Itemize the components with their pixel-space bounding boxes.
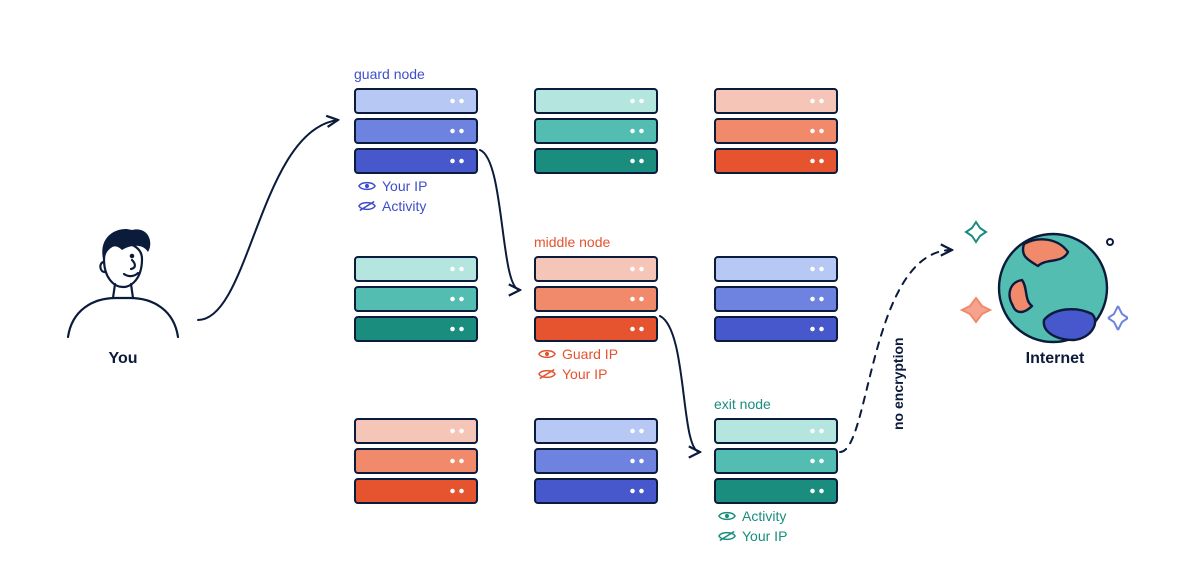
eye-closed-icon bbox=[538, 368, 556, 380]
eye-closed-icon bbox=[718, 530, 736, 542]
guard-hidden: Activity bbox=[358, 198, 426, 214]
middle-visible-text: Guard IP bbox=[562, 346, 618, 362]
you-label: You bbox=[88, 350, 158, 368]
no-encryption-label: no encryption bbox=[890, 337, 906, 430]
guard-visible-text: Your IP bbox=[382, 178, 427, 194]
eye-closed-icon bbox=[358, 200, 376, 212]
user-icon bbox=[58, 212, 188, 342]
internet-label: Internet bbox=[1010, 350, 1100, 368]
guard-visible: Your IP bbox=[358, 178, 427, 194]
guard-node-stack bbox=[354, 88, 478, 178]
tor-routing-diagram: You Internet guard node bbox=[0, 0, 1180, 582]
relay-stack-r2c1 bbox=[354, 256, 478, 346]
relay-stack-r1c2 bbox=[534, 88, 658, 178]
exit-visible-text: Activity bbox=[742, 508, 786, 524]
relay-stack-r1c3 bbox=[714, 88, 838, 178]
middle-hidden-text: Your IP bbox=[562, 366, 607, 382]
middle-hidden: Your IP bbox=[538, 366, 607, 382]
eye-open-icon bbox=[718, 510, 736, 522]
middle-node-title: middle node bbox=[534, 234, 610, 250]
middle-visible: Guard IP bbox=[538, 346, 618, 362]
middle-node-stack bbox=[534, 256, 658, 346]
exit-visible: Activity bbox=[718, 508, 786, 524]
eye-open-icon bbox=[358, 180, 376, 192]
globe-icon bbox=[958, 210, 1128, 360]
relay-stack-r2c3 bbox=[714, 256, 838, 346]
exit-node-title: exit node bbox=[714, 396, 771, 412]
exit-hidden-text: Your IP bbox=[742, 528, 787, 544]
eye-open-icon bbox=[538, 348, 556, 360]
relay-stack-r3c2 bbox=[534, 418, 658, 508]
exit-hidden: Your IP bbox=[718, 528, 787, 544]
exit-node-stack bbox=[714, 418, 838, 508]
guard-hidden-text: Activity bbox=[382, 198, 426, 214]
relay-stack-r3c1 bbox=[354, 418, 478, 508]
guard-node-title: guard node bbox=[354, 66, 425, 82]
